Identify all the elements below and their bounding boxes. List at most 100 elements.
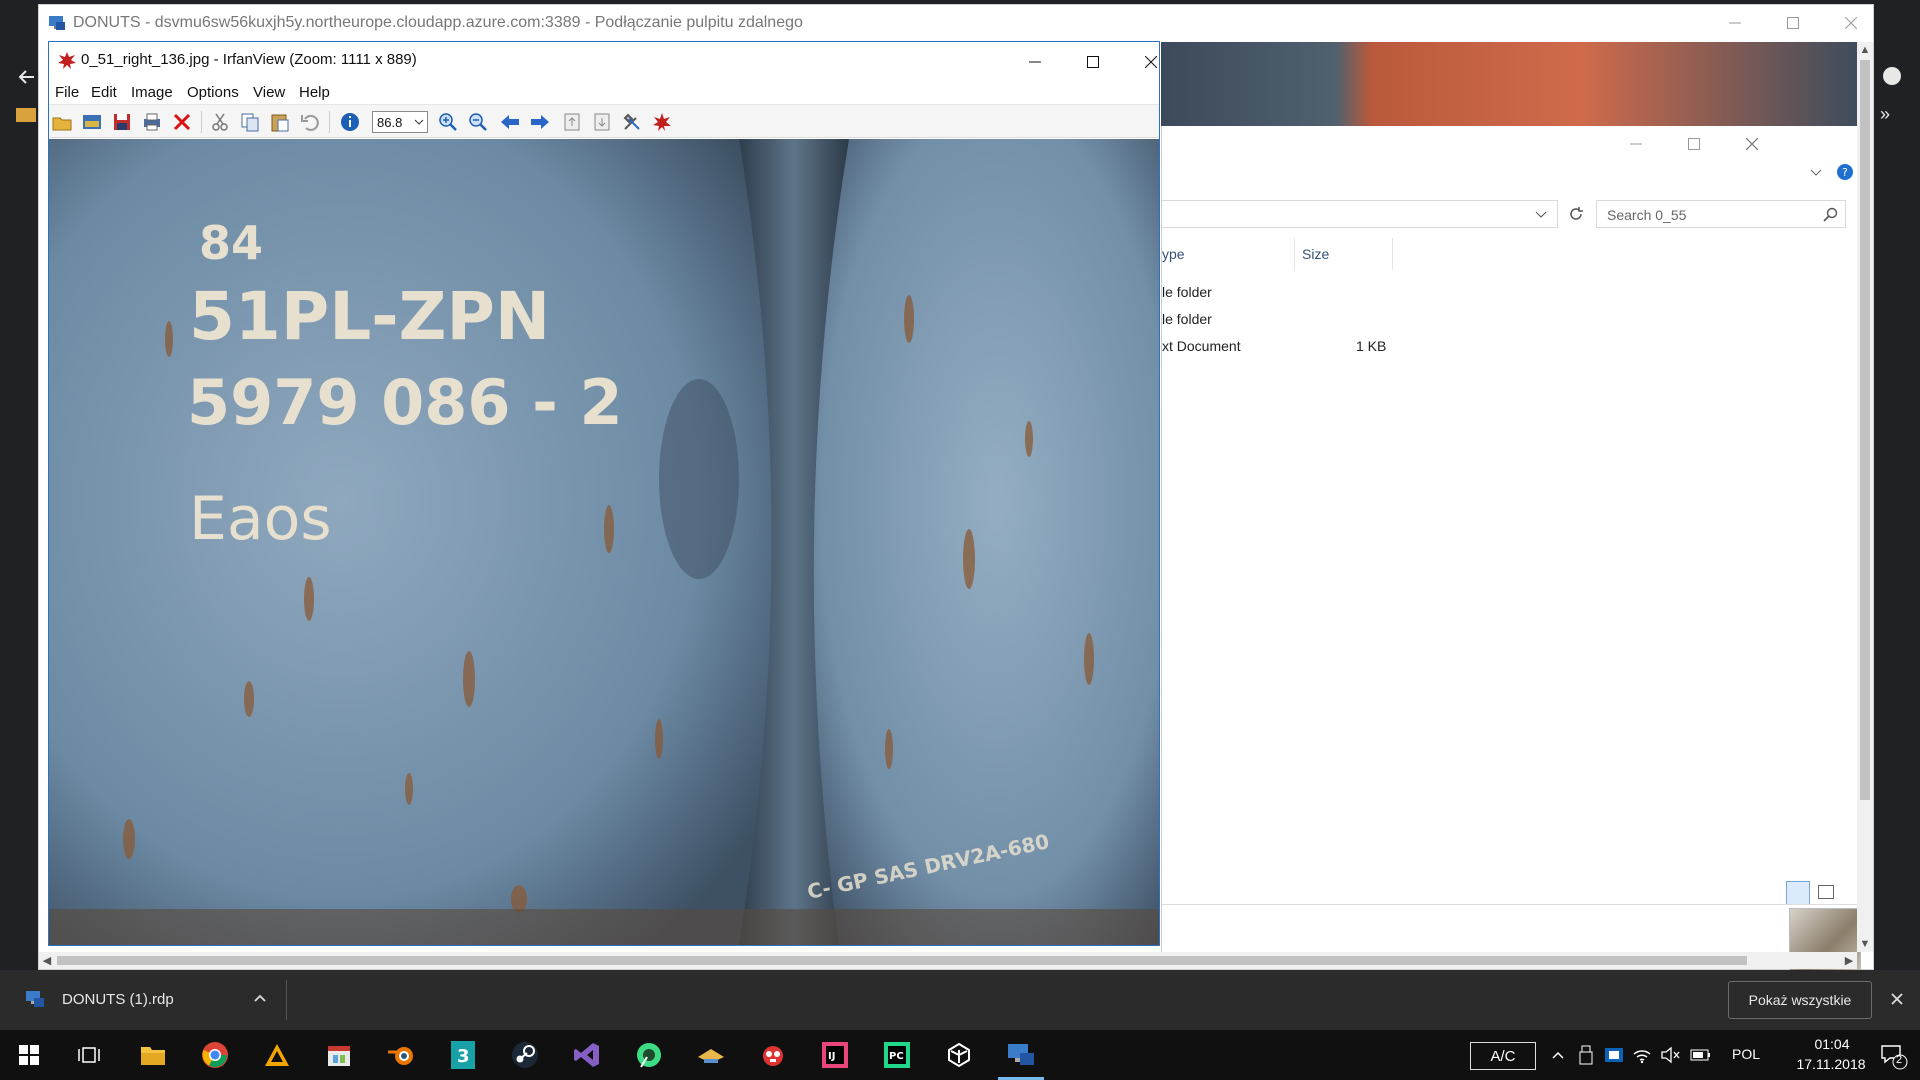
zoom-out-icon[interactable] <box>467 111 489 133</box>
scroll-up-icon[interactable]: ▲ <box>1857 42 1873 58</box>
stencil-line-4: Eaos <box>189 484 332 554</box>
scroll-right-icon[interactable]: ▶ <box>1841 952 1857 968</box>
remote-desktop-icon[interactable] <box>1004 1038 1038 1072</box>
zoom-dropdown-icon[interactable] <box>413 116 425 128</box>
chevron-up-icon[interactable] <box>1548 1045 1568 1065</box>
details-view-icon[interactable] <box>1786 881 1810 905</box>
explorer-maximize-button[interactable] <box>1666 126 1722 162</box>
menu-view[interactable]: View <box>253 84 285 101</box>
previous-icon[interactable] <box>499 111 521 133</box>
column-divider <box>1294 238 1295 270</box>
explorer-close-button[interactable] <box>1724 126 1780 162</box>
file-row[interactable]: xt Document 1 KB <box>1162 334 1562 360</box>
menu-options[interactable]: Options <box>187 84 239 101</box>
warning-app-icon[interactable] <box>260 1038 294 1072</box>
language-indicator[interactable]: POL <box>1732 1046 1760 1062</box>
clock-time[interactable]: 01:04 <box>1792 1036 1872 1052</box>
svg-text:IJ: IJ <box>828 1051 835 1062</box>
page-first-icon[interactable] <box>561 111 583 133</box>
column-type-header[interactable]: ype <box>1162 246 1185 262</box>
explorer-minimize-button[interactable] <box>1608 126 1664 162</box>
address-bar[interactable] <box>1162 200 1558 228</box>
hat-app-icon[interactable] <box>694 1038 728 1072</box>
task-view-icon[interactable] <box>72 1038 106 1072</box>
visual-studio-icon[interactable] <box>570 1038 604 1072</box>
rdp-file-icon <box>24 988 46 1010</box>
displayed-image: 84 51PL-ZPN 5979 086 - 2 Eaos C- GP SAS … <box>49 139 1159 945</box>
menu-help[interactable]: Help <box>299 84 330 101</box>
zoom-in-icon[interactable] <box>437 111 459 133</box>
volume-muted-icon[interactable] <box>1660 1045 1680 1065</box>
info-icon[interactable] <box>339 111 361 133</box>
file-explorer-icon[interactable] <box>136 1038 170 1072</box>
rdp-minimize-button[interactable] <box>1707 5 1763 41</box>
rdp-close-button[interactable] <box>1823 5 1879 41</box>
settings-icon[interactable] <box>621 111 643 133</box>
scroll-left-icon[interactable]: ◀ <box>39 952 55 968</box>
chevron-up-icon[interactable] <box>250 988 270 1008</box>
save-icon[interactable] <box>111 111 133 133</box>
notification-center-icon[interactable]: 2 <box>1878 1040 1908 1070</box>
cut-icon[interactable] <box>209 111 231 133</box>
profile-icon[interactable] <box>1880 64 1904 88</box>
irfan-minimize-button[interactable] <box>1007 44 1063 80</box>
undo-icon[interactable] <box>299 111 321 133</box>
usb-icon[interactable] <box>1576 1045 1596 1065</box>
menu-image[interactable]: Image <box>131 84 173 101</box>
wifi-icon[interactable] <box>1632 1045 1652 1065</box>
rdp-window-title: DONUTS - dsvmu6sw56kuxjh5y.northeurope.c… <box>73 14 803 31</box>
irfanview-icon[interactable] <box>651 111 673 133</box>
blender-icon[interactable] <box>384 1038 418 1072</box>
refresh-icon[interactable] <box>1566 204 1586 224</box>
search-input[interactable]: Search 0_55 <box>1596 200 1846 228</box>
intel-icon[interactable] <box>1604 1045 1624 1065</box>
help-icon[interactable]: ? <box>1836 163 1854 181</box>
file-row[interactable]: le folder <box>1162 280 1562 306</box>
file-row[interactable]: le folder <box>1162 307 1562 333</box>
steam-icon[interactable] <box>508 1038 542 1072</box>
open-icon[interactable] <box>51 111 73 133</box>
horizontal-scrollbar[interactable]: ◀ ▶ <box>39 952 1857 969</box>
intellij-icon[interactable]: IJ <box>818 1038 852 1072</box>
clock-date[interactable]: 17.11.2018 <box>1786 1056 1876 1072</box>
chrome-icon[interactable] <box>198 1038 232 1072</box>
paste-icon[interactable] <box>269 111 291 133</box>
menu-file[interactable]: File <box>55 84 79 101</box>
toolbar: 86.8 <box>49 104 1159 138</box>
irfan-close-button[interactable] <box>1123 44 1179 80</box>
page-last-icon[interactable] <box>591 111 613 133</box>
large-icons-view-icon[interactable] <box>1818 885 1834 899</box>
bug-app-icon[interactable] <box>756 1038 790 1072</box>
clapper-icon[interactable] <box>322 1038 356 1072</box>
irfan-maximize-button[interactable] <box>1065 44 1121 80</box>
menu-edit[interactable]: Edit <box>91 84 117 101</box>
rdp-maximize-button[interactable] <box>1765 5 1821 41</box>
stencil-line-2: 51PL-ZPN <box>189 278 550 355</box>
windows-start-icon[interactable] <box>12 1038 46 1072</box>
unity-icon[interactable] <box>942 1038 976 1072</box>
zoom-select[interactable]: 86.8 <box>372 111 428 133</box>
vertical-scrollbar[interactable]: ▲ ▼ <box>1857 42 1873 952</box>
overflow-chevron-icon[interactable]: » <box>1880 104 1904 128</box>
3ds-max-icon[interactable]: 3 <box>446 1038 480 1072</box>
ribbon-expand-icon[interactable] <box>1808 164 1824 180</box>
next-icon[interactable] <box>529 111 551 133</box>
ime-indicator[interactable]: A/C <box>1470 1042 1536 1070</box>
close-icon[interactable] <box>1886 988 1908 1010</box>
file-type: le folder <box>1162 311 1212 327</box>
delete-icon[interactable] <box>171 111 193 133</box>
scroll-down-icon[interactable]: ▼ <box>1857 936 1873 952</box>
android-studio-icon[interactable] <box>632 1038 666 1072</box>
address-dropdown-icon[interactable] <box>1534 207 1548 221</box>
column-divider <box>1392 238 1393 270</box>
show-all-button[interactable]: Pokaż wszystkie <box>1728 981 1872 1019</box>
download-file-name[interactable]: DONUTS (1).rdp <box>62 991 174 1008</box>
pycharm-icon[interactable]: PC <box>880 1038 914 1072</box>
thumbnails-icon[interactable] <box>81 111 103 133</box>
battery-icon[interactable] <box>1690 1045 1710 1065</box>
copy-icon[interactable] <box>239 111 261 133</box>
notification-count: 2 <box>1896 1054 1903 1066</box>
print-icon[interactable] <box>141 111 163 133</box>
column-size-header[interactable]: Size <box>1302 246 1329 262</box>
back-arrow-icon[interactable] <box>14 64 40 90</box>
